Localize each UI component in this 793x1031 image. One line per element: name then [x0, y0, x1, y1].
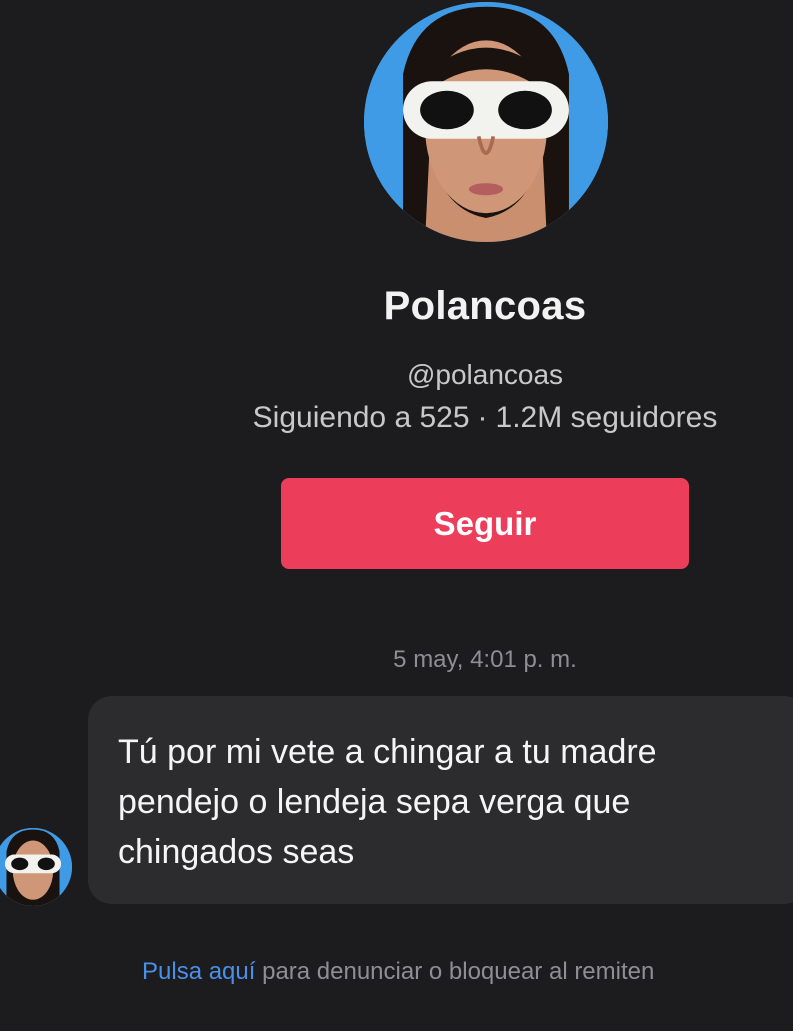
profile-display-name: Polancoas: [383, 284, 587, 328]
follow-button[interactable]: Seguir: [281, 478, 689, 569]
profile-stats: Siguiendo a 525 · 1.2M seguidores: [0, 401, 793, 435]
report-notice-text: para denunciar o bloquear al remiten: [255, 958, 655, 985]
following-count: Siguiendo a 525: [252, 401, 470, 434]
message-timestamp: 5 may, 4:01 p. m.: [393, 646, 577, 673]
report-link[interactable]: Pulsa aquí: [142, 958, 255, 985]
report-block-notice: Pulsa aquí para denunciar o bloquear al …: [142, 958, 793, 986]
profile-avatar-icon[interactable]: [364, 2, 608, 242]
profile-username: @polancoas: [406, 359, 564, 390]
message-text: Tú por mi vete a chingar a tu madre pend…: [118, 733, 657, 871]
followers-count: 1.2M seguidores: [495, 401, 718, 434]
sender-avatar-icon[interactable]: [0, 828, 72, 906]
stats-separator: ·: [477, 401, 488, 434]
